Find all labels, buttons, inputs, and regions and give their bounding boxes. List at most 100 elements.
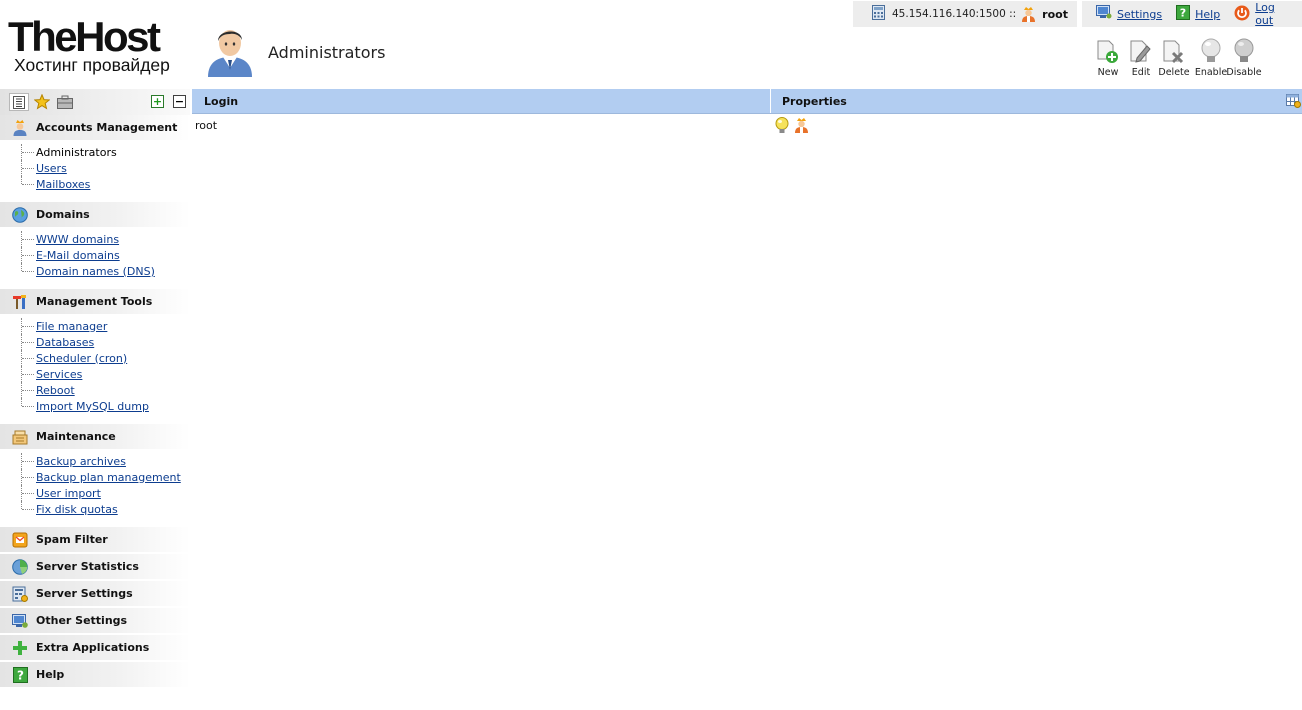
help-link-label[interactable]: Help: [1195, 8, 1220, 21]
logo-main-text: TheHost: [8, 13, 161, 60]
list-item[interactable]: Databases: [20, 334, 190, 350]
list-item[interactable]: Import MySQL dump: [20, 398, 190, 414]
table-row[interactable]: root: [192, 114, 1302, 136]
new-button-label: New: [1097, 67, 1119, 78]
new-document-icon: [1096, 38, 1120, 64]
section-label: Server Settings: [36, 587, 133, 600]
section-server-statistics[interactable]: Server Statistics: [0, 554, 190, 579]
sidebar-item-services[interactable]: Services: [36, 368, 82, 381]
thehost-logo[interactable]: TheHost Хостинг провайдер: [8, 16, 193, 78]
server-calculator-icon: [872, 5, 885, 23]
edit-button[interactable]: Edit: [1125, 38, 1157, 78]
enable-bulb-icon: [1199, 38, 1223, 64]
sidebar-item-email-domains[interactable]: E-Mail domains: [36, 249, 120, 262]
list-item[interactable]: Reboot: [20, 382, 190, 398]
delete-button-label: Delete: [1158, 67, 1190, 78]
list-item[interactable]: User import: [20, 485, 190, 501]
domains-list: WWW domains E-Mail domains Domain names …: [0, 227, 190, 289]
settings-link[interactable]: Settings: [1096, 5, 1162, 23]
cell-properties: [772, 114, 1302, 136]
list-item[interactable]: Scheduler (cron): [20, 350, 190, 366]
delete-button[interactable]: Delete: [1158, 38, 1190, 78]
sidebar-item-www-domains[interactable]: WWW domains: [36, 233, 119, 246]
sidebar-item-mailboxes[interactable]: Mailboxes: [36, 178, 90, 191]
sidebar-item-scheduler[interactable]: Scheduler (cron): [36, 352, 127, 365]
section-management-tools[interactable]: Management Tools: [0, 289, 190, 314]
list-item[interactable]: WWW domains: [20, 231, 190, 247]
list-item[interactable]: Services: [20, 366, 190, 382]
cell-login: root: [195, 118, 218, 132]
section-label: Maintenance: [36, 430, 116, 443]
logout-link-label[interactable]: Log out: [1255, 1, 1288, 27]
sidebar-item-fix-disk-quotas[interactable]: Fix disk quotas: [36, 503, 118, 516]
enable-button[interactable]: Enable: [1195, 38, 1227, 78]
server-settings-icon: [11, 585, 29, 603]
accounts-management-list: Administrators Users Mailboxes: [0, 140, 190, 202]
section-extra-applications[interactable]: Extra Applications: [0, 635, 190, 660]
favorites-star-icon[interactable]: [32, 93, 52, 111]
column-settings-icon[interactable]: [1284, 89, 1302, 113]
admin-user-icon: [204, 24, 256, 78]
sidebar-item-dns[interactable]: Domain names (DNS): [36, 265, 155, 278]
sidebar-item-backup-plan-management[interactable]: Backup plan management: [36, 471, 181, 484]
management-tools-list: File manager Databases Scheduler (cron) …: [0, 314, 190, 424]
section-help[interactable]: ? Help: [0, 662, 190, 687]
list-item[interactable]: E-Mail domains: [20, 247, 190, 263]
section-label: Extra Applications: [36, 641, 150, 654]
column-header-properties[interactable]: Properties: [771, 89, 1284, 113]
spam-filter-icon: [11, 531, 29, 549]
sidebar-item-administrators[interactable]: Administrators: [36, 146, 117, 159]
section-label: Management Tools: [36, 295, 153, 308]
header: TheHost Хостинг провайдер Administrators…: [0, 0, 1302, 89]
plus-icon: [11, 639, 29, 657]
top-links: Settings ? Help Log out: [1082, 1, 1302, 27]
briefcase-icon[interactable]: [55, 93, 75, 111]
sidebar-item-reboot[interactable]: Reboot: [36, 384, 75, 397]
sidebar-item-backup-archives[interactable]: Backup archives: [36, 455, 126, 468]
list-item[interactable]: Fix disk quotas: [20, 501, 190, 517]
sidebar-item-user-import[interactable]: User import: [36, 487, 101, 500]
new-button[interactable]: New: [1092, 38, 1124, 78]
list-item[interactable]: Users: [20, 160, 190, 176]
disable-button[interactable]: Disable: [1226, 38, 1262, 78]
section-label: Help: [36, 668, 65, 681]
section-label: Spam Filter: [36, 533, 108, 546]
list-item[interactable]: Administrators: [20, 144, 190, 160]
list-item[interactable]: Backup archives: [20, 453, 190, 469]
section-domains[interactable]: Domains: [0, 202, 190, 227]
section-other-settings[interactable]: Other Settings: [0, 608, 190, 633]
svg-text:?: ?: [17, 668, 24, 682]
sidebar-item-users[interactable]: Users: [36, 162, 67, 175]
disable-bulb-icon: [1232, 38, 1256, 64]
section-label: Accounts Management: [36, 121, 178, 134]
section-server-settings[interactable]: Server Settings: [0, 581, 190, 606]
list-item[interactable]: Domain names (DNS): [20, 263, 190, 279]
section-maintenance[interactable]: Maintenance: [0, 424, 190, 449]
tree-view-icon[interactable]: [9, 93, 29, 111]
column-header-login[interactable]: Login: [192, 89, 771, 113]
superuser-icon: [794, 117, 809, 133]
settings-link-label[interactable]: Settings: [1117, 8, 1162, 21]
collapse-all-button[interactable]: −: [173, 95, 186, 108]
list-item[interactable]: Backup plan management: [20, 469, 190, 485]
sidebar: + − Accounts Management Administrators U…: [0, 89, 190, 710]
help-icon: ?: [1176, 5, 1191, 23]
edit-button-label: Edit: [1131, 67, 1151, 78]
sidebar-item-databases[interactable]: Databases: [36, 336, 94, 349]
other-settings-icon: [11, 612, 29, 630]
section-label: Domains: [36, 208, 90, 221]
help-link[interactable]: ? Help: [1176, 5, 1220, 23]
list-item[interactable]: Mailboxes: [20, 176, 190, 192]
maintenance-list: Backup archives Backup plan management U…: [0, 449, 190, 527]
main-content: Login Properties root: [192, 89, 1302, 710]
section-spam-filter[interactable]: Spam Filter: [0, 527, 190, 552]
logout-link[interactable]: Log out: [1234, 1, 1288, 27]
delete-document-icon: [1162, 38, 1186, 64]
expand-all-button[interactable]: +: [151, 95, 164, 108]
sidebar-item-import-mysql-dump[interactable]: Import MySQL dump: [36, 400, 149, 413]
section-accounts-management[interactable]: Accounts Management: [0, 115, 190, 140]
list-item[interactable]: File manager: [20, 318, 190, 334]
section-label: Other Settings: [36, 614, 128, 627]
sidebar-item-file-manager[interactable]: File manager: [36, 320, 107, 333]
help-icon: ?: [11, 666, 29, 684]
